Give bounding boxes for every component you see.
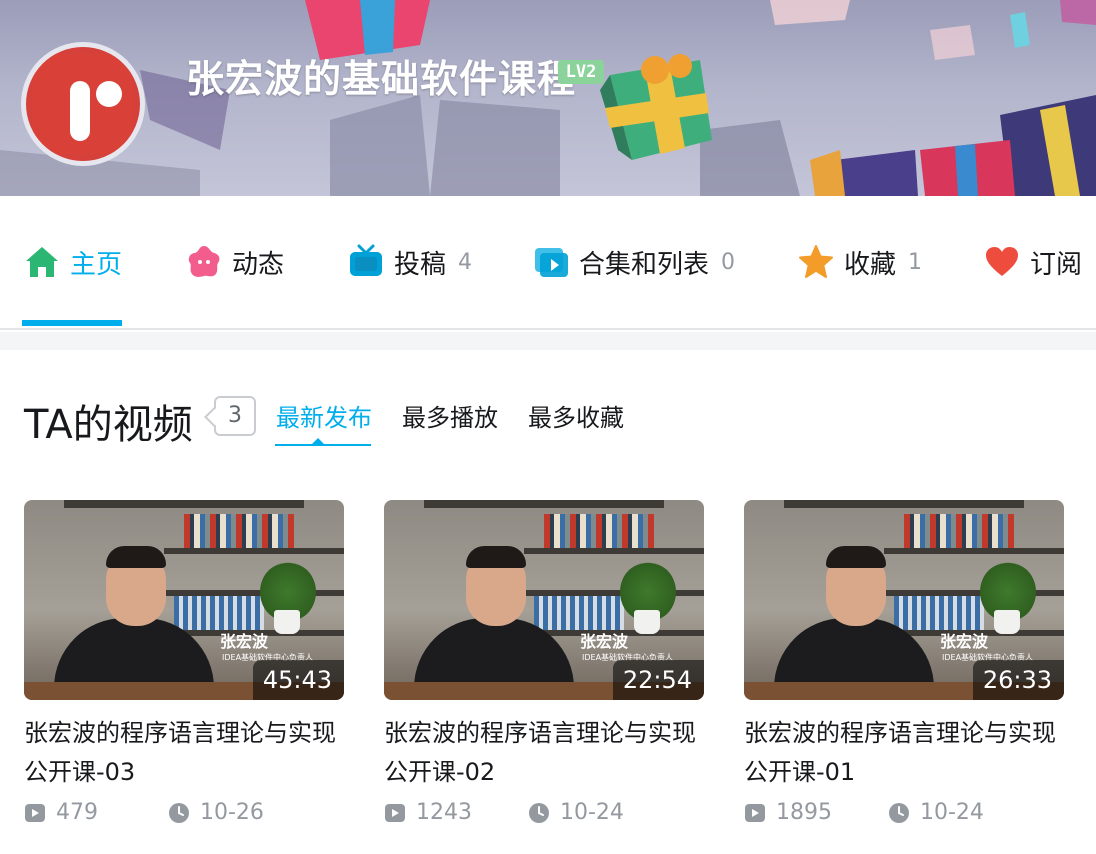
videos-count-badge: 3 [214,396,256,436]
sort-active-caret [312,438,324,444]
tab-favorites[interactable]: 收藏 1 [798,242,922,282]
video-card[interactable]: 张宏波 IDEA基础软件中心负责人 45:43 张宏波的程序语言理论与实现公开课… [24,500,344,830]
collection-icon [535,248,568,277]
tab-home-label: 主页 [70,249,123,280]
thumbnail-caption-name: 张宏波 [220,632,269,651]
play-count-icon [745,803,765,822]
video-title[interactable]: 张宏波的程序语言理论与实现公开课-01 [744,714,1064,792]
video-card[interactable]: 张宏波 IDEA基础软件中心负责人 22:54 张宏波的程序语言理论与实现公开课… [384,500,704,830]
tab-home[interactable]: 主页 [24,242,122,282]
clock-icon [169,802,189,823]
tab-favorites-label: 收藏 [844,249,897,280]
thumbnail-caption-name: 张宏波 [580,632,629,651]
play-count-value: 1895 [776,800,832,825]
video-meta: 1243 10-24 [384,800,704,830]
video-duration: 26:33 [972,660,1064,700]
tab-collections-count: 0 [721,249,736,275]
video-meta: 1895 10-24 [744,800,1064,830]
tab-subscriptions[interactable]: 订阅 [984,242,1082,282]
star-icon [799,245,833,278]
tab-dynamic-label: 动态 [232,249,285,280]
sort-latest[interactable]: 最新发布 [276,398,372,433]
home-icon [26,247,58,277]
sort-most-played[interactable]: 最多播放 [402,398,498,433]
dynamic-icon [188,246,220,277]
level-badge: LV2 [558,60,604,84]
play-count: 1895 [744,800,832,825]
tab-uploads-count: 4 [458,249,473,275]
publish-date: 10-24 [528,800,624,825]
profile-nav: 主页 动态 投稿 4 合集和列表 0 收藏 1 订阅 [0,196,1096,330]
sort-active-underline [275,444,371,446]
play-count: 1243 [384,800,472,825]
tab-uploads-label: 投稿 [394,249,447,280]
sort-most-favorited[interactable]: 最多收藏 [528,398,624,433]
profile-banner: 张宏波的基础软件课程 LV2 [0,0,1096,196]
avatar-logo-icon [33,54,133,154]
tab-collections[interactable]: 合集和列表 0 [533,242,735,282]
videos-section-title: TA的视频 [24,402,193,448]
video-thumbnail[interactable]: 张宏波 IDEA基础软件中心负责人 26:33 [744,500,1064,700]
video-title[interactable]: 张宏波的程序语言理论与实现公开课-03 [24,714,344,792]
tab-favorites-count: 1 [908,249,923,275]
publish-date-value: 10-24 [920,800,984,825]
tab-collections-label: 合集和列表 [579,249,710,280]
section-divider [0,332,1096,350]
video-title[interactable]: 张宏波的程序语言理论与实现公开课-02 [384,714,704,792]
play-count-icon [25,803,45,822]
publish-date-value: 10-26 [200,800,264,825]
video-duration: 22:54 [612,660,704,700]
tv-icon [350,244,382,276]
video-card[interactable]: 张宏波 IDEA基础软件中心负责人 26:33 张宏波的程序语言理论与实现公开课… [744,500,1064,830]
user-avatar[interactable] [21,42,145,166]
video-thumbnail[interactable]: 张宏波 IDEA基础软件中心负责人 45:43 [24,500,344,700]
username: 张宏波的基础软件课程 [186,57,577,101]
play-count: 479 [24,800,98,825]
clock-icon [529,802,549,823]
publish-date: 10-26 [168,800,264,825]
clock-icon [889,802,909,823]
publish-date-value: 10-24 [560,800,624,825]
active-tab-indicator [22,320,122,326]
tab-dynamic[interactable]: 动态 [186,242,284,282]
play-count-value: 1243 [416,800,472,825]
thumbnail-caption-name: 张宏波 [940,632,989,651]
publish-date: 10-24 [888,800,984,825]
play-count-icon [385,803,405,822]
tab-subscriptions-label: 订阅 [1030,249,1083,280]
heart-icon [986,247,1018,276]
play-count-value: 479 [56,800,98,825]
video-duration: 45:43 [252,660,344,700]
video-meta: 479 10-26 [24,800,344,830]
tab-uploads[interactable]: 投稿 4 [348,242,472,282]
video-thumbnail[interactable]: 张宏波 IDEA基础软件中心负责人 22:54 [384,500,704,700]
